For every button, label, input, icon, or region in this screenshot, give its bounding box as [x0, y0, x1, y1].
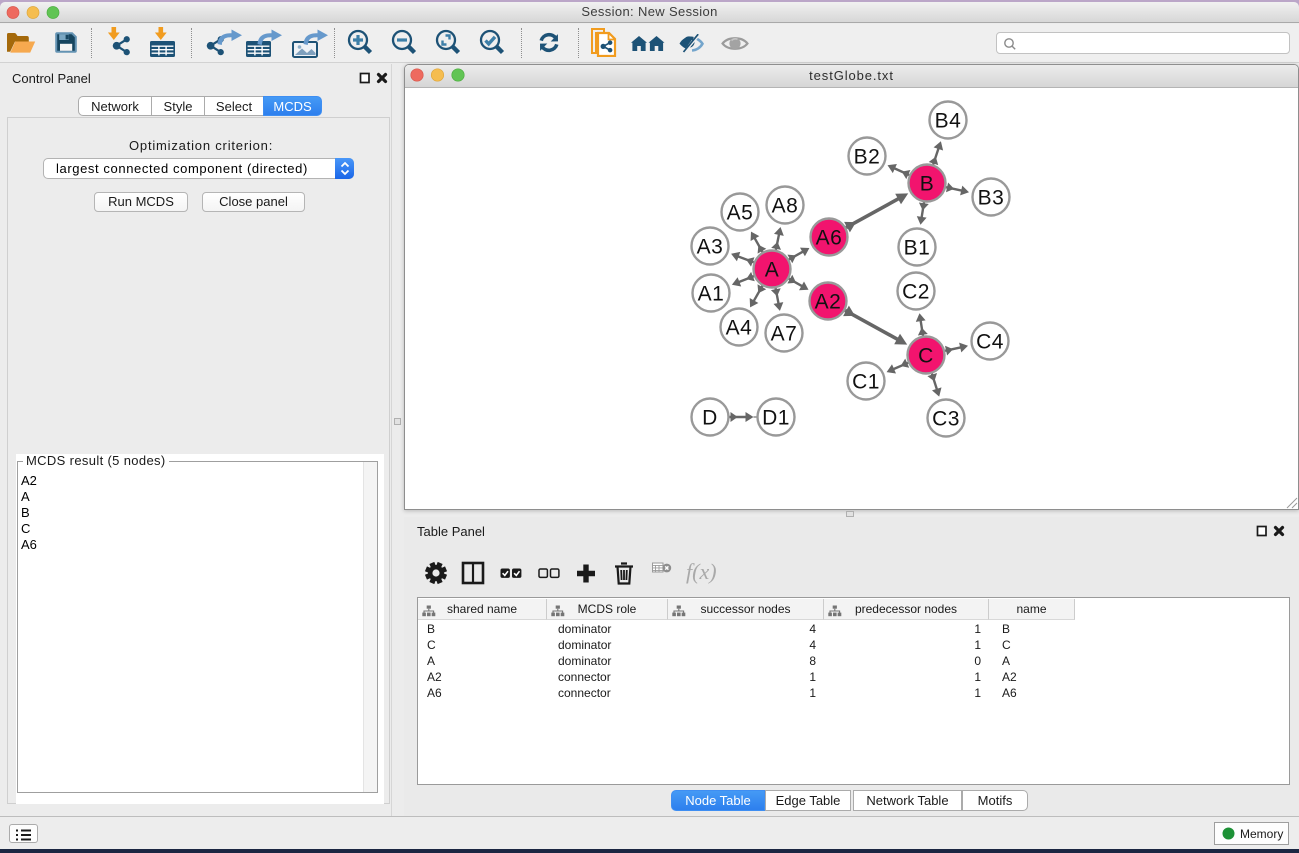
svg-text:D: D: [702, 407, 718, 430]
svg-text:B3: B3: [978, 187, 1005, 210]
svg-text:A7: A7: [771, 323, 798, 346]
svg-text:C1: C1: [852, 371, 880, 394]
svg-text:A4: A4: [726, 317, 753, 340]
svg-text:A: A: [765, 259, 780, 282]
svg-text:A8: A8: [772, 195, 799, 218]
svg-text:A1: A1: [698, 283, 725, 306]
svg-text:A6: A6: [816, 227, 843, 250]
svg-text:C4: C4: [976, 331, 1004, 354]
svg-text:B: B: [920, 173, 935, 196]
svg-text:B2: B2: [854, 146, 881, 169]
svg-text:B1: B1: [904, 237, 931, 260]
svg-text:A5: A5: [727, 202, 754, 225]
svg-text:B4: B4: [935, 110, 962, 133]
svg-text:A3: A3: [697, 236, 724, 259]
svg-text:C3: C3: [932, 408, 960, 431]
svg-text:C: C: [918, 345, 934, 368]
svg-text:D1: D1: [762, 407, 790, 430]
svg-text:A2: A2: [815, 291, 842, 314]
svg-text:C2: C2: [902, 281, 930, 304]
